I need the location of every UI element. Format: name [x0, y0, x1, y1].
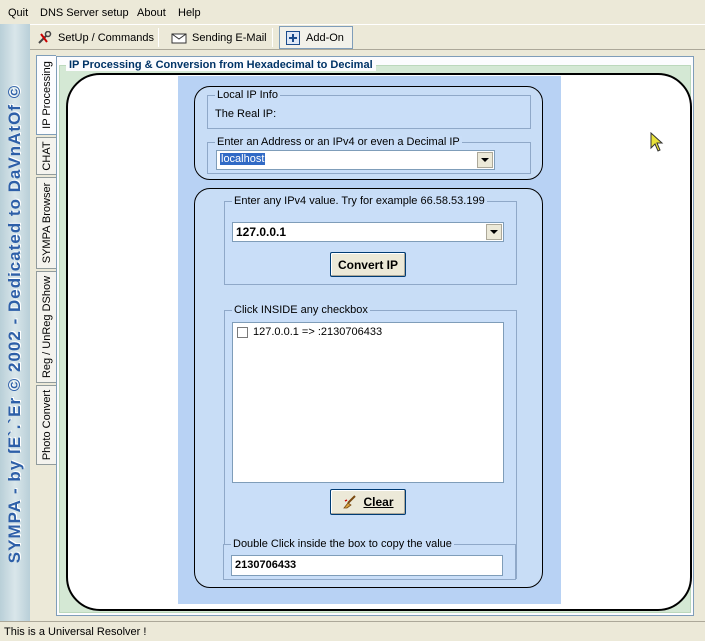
- list-item-checkbox[interactable]: [237, 326, 248, 338]
- local-ip-info-legend: Local IP Info: [215, 89, 280, 101]
- status-bar: This is a Universal Resolver !: [0, 621, 705, 641]
- decimal-value-textbox[interactable]: 2130706433: [231, 555, 503, 576]
- banner-text: SYMPA - by ſE`.`Er © 2002 - Dedicated to…: [5, 84, 24, 564]
- copy-value-fieldset: Double Click inside the box to copy the …: [223, 538, 516, 580]
- menu-dns-server-setup[interactable]: DNS Server setup: [40, 7, 129, 19]
- center-panel: Local IP Info The Real IP: Enter an Addr…: [178, 76, 561, 604]
- side-banner: SYMPA - by ſE`.`Er © 2002 - Dedicated to…: [0, 24, 30, 624]
- chevron-down-icon: [490, 230, 498, 234]
- ipv4-value: 127.0.0.1: [236, 225, 287, 239]
- menu-about[interactable]: About: [137, 7, 166, 19]
- convert-ip-button[interactable]: Convert IP: [330, 252, 406, 277]
- address-fieldset: Enter an Address or an IPv4 or even a De…: [207, 136, 531, 174]
- list-item-label: 127.0.0.1 => :2130706433: [253, 326, 383, 338]
- ipv4-fieldset: Enter any IPv4 value. Try for example 66…: [224, 195, 517, 285]
- tab-chat[interactable]: CHAT: [36, 137, 56, 175]
- tab-ip-processing[interactable]: IP Processing: [36, 55, 56, 135]
- plus-box-icon: [285, 30, 301, 45]
- ipv4-combobox[interactable]: 127.0.0.1: [232, 222, 504, 242]
- copy-value-legend: Double Click inside the box to copy the …: [231, 538, 454, 550]
- broom-icon: [342, 495, 358, 509]
- add-on-label: Add-On: [306, 31, 344, 44]
- setup-commands-label: SetUp / Commands: [58, 31, 154, 44]
- list-item[interactable]: 127.0.0.1 => :2130706433: [237, 326, 382, 338]
- tab-sympa-browser[interactable]: SYMPA Browser: [36, 177, 56, 269]
- clear-label: Clear: [363, 495, 394, 509]
- convert-ip-label: Convert IP: [337, 257, 398, 272]
- envelope-icon: [171, 31, 187, 45]
- address-dropdown-arrow[interactable]: [477, 152, 493, 168]
- add-on-button[interactable]: Add-On: [279, 26, 353, 49]
- toolbar: SetUp / Commands Sending E-Mail Add-On: [30, 24, 705, 50]
- tab-reg-unreg-dshow[interactable]: Reg / UnReg DShow: [36, 271, 56, 383]
- local-info-box: Local IP Info The Real IP: Enter an Addr…: [194, 86, 543, 180]
- menu-quit[interactable]: Quit: [8, 7, 28, 19]
- setup-commands-button[interactable]: SetUp / Commands: [32, 26, 159, 49]
- conversion-box: Enter any IPv4 value. Try for example 66…: [194, 188, 543, 588]
- address-value: localhost: [220, 153, 266, 165]
- sending-email-label: Sending E-Mail: [192, 31, 267, 44]
- real-ip-label: The Real IP:: [215, 108, 277, 120]
- group-title: IP Processing & Conversion from Hexadeci…: [66, 59, 376, 71]
- address-combobox[interactable]: localhost: [216, 150, 495, 170]
- menu-help[interactable]: Help: [178, 7, 201, 19]
- status-text: This is a Universal Resolver !: [4, 626, 147, 638]
- checkbox-list-legend: Click INSIDE any checkbox: [232, 304, 370, 316]
- mouse-cursor-icon: [650, 131, 664, 155]
- menu-bar: Quit DNS Server setup About Help: [0, 0, 705, 24]
- ipv4-dropdown-arrow[interactable]: [486, 224, 502, 240]
- ipv4-legend: Enter any IPv4 value. Try for example 66…: [232, 195, 487, 207]
- result-checkbox-list[interactable]: 127.0.0.1 => :2130706433: [232, 322, 504, 483]
- clear-button[interactable]: Clear: [330, 489, 406, 515]
- sending-email-button[interactable]: Sending E-Mail: [166, 26, 272, 49]
- wrench-icon: [37, 30, 53, 45]
- chevron-down-icon: [481, 158, 489, 162]
- local-ip-info-fieldset: Local IP Info The Real IP:: [207, 89, 531, 129]
- tab-photo-convert[interactable]: Photo Convert: [36, 385, 56, 465]
- address-legend: Enter an Address or an IPv4 or even a De…: [215, 136, 462, 148]
